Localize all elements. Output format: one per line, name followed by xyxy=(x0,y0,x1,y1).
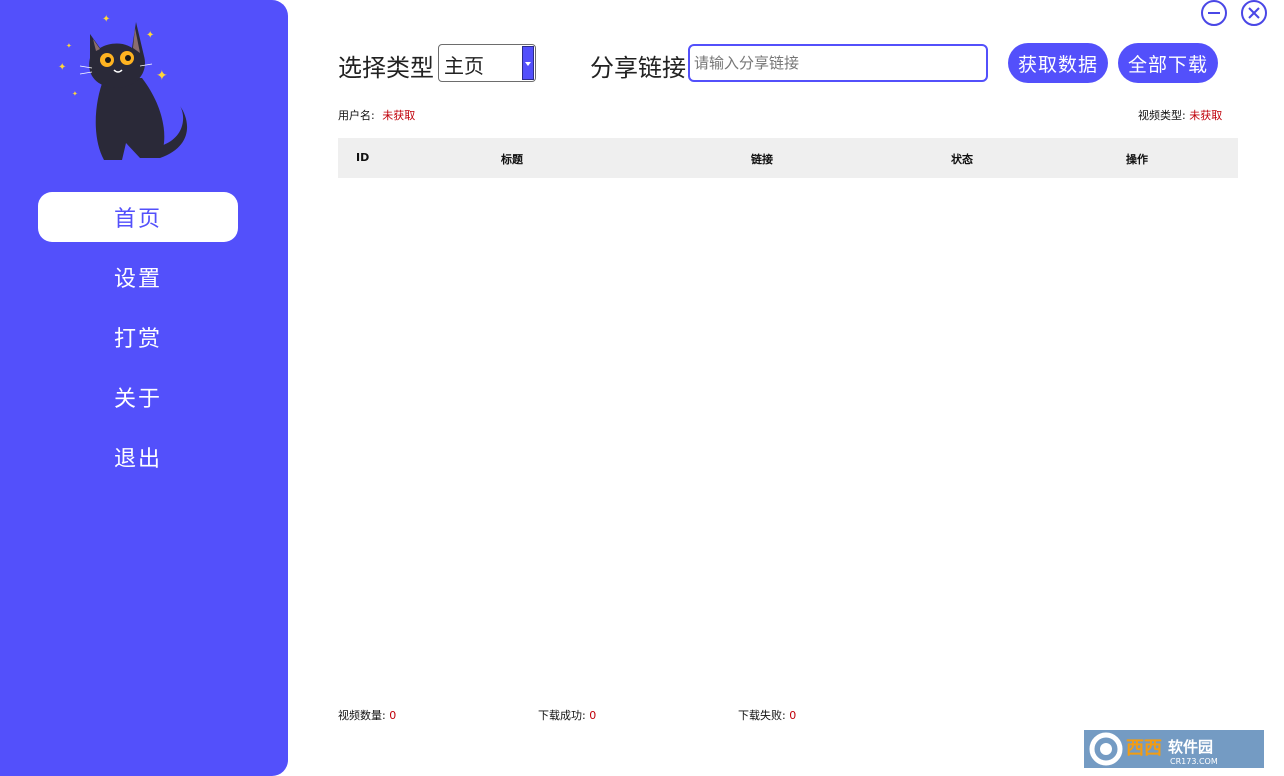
sidebar-item-label: 退出 xyxy=(113,447,162,472)
share-link-label: 分享链接 xyxy=(590,54,686,82)
sidebar: ✦ ✦ ✦ ✦ ✦ ✦ 首页 设置 打赏 关于 退出 xyxy=(0,0,288,776)
username-value: 未获取 xyxy=(382,109,416,122)
download-fail-value: 0 xyxy=(789,709,797,722)
svg-text:✦: ✦ xyxy=(66,42,72,50)
download-success-value: 0 xyxy=(589,709,597,722)
share-link-input[interactable] xyxy=(688,44,988,82)
column-header-id[interactable]: ID xyxy=(356,151,369,164)
download-success-stat: 下载成功: 0 xyxy=(538,707,596,723)
table-header: ID 标题 链接 状态 操作 xyxy=(338,138,1238,178)
video-type-info: 视频类型: 未获取 xyxy=(1138,107,1222,123)
minimize-icon[interactable] xyxy=(1200,0,1228,28)
fetch-data-button[interactable]: 获取数据 xyxy=(1008,43,1108,83)
svg-text:✦: ✦ xyxy=(102,14,110,25)
close-icon[interactable] xyxy=(1240,0,1268,28)
cr173-watermark: 西西 软件园 CR173.COM xyxy=(1084,730,1264,768)
column-header-status[interactable]: 状态 xyxy=(951,151,973,167)
svg-text:✦: ✦ xyxy=(72,90,78,98)
download-success-label: 下载成功: xyxy=(538,709,586,722)
video-type-label: 视频类型: xyxy=(1138,109,1186,122)
video-count-stat: 视频数量: 0 xyxy=(338,707,396,723)
type-select[interactable]: 主页 xyxy=(438,44,536,82)
sidebar-item-about[interactable]: 关于 xyxy=(38,372,238,422)
svg-text:西西: 西西 xyxy=(1126,738,1162,759)
sidebar-item-donate[interactable]: 打赏 xyxy=(38,312,238,362)
svg-text:✦: ✦ xyxy=(58,62,66,73)
table-body[interactable] xyxy=(338,178,1238,688)
column-header-link[interactable]: 链接 xyxy=(751,151,773,167)
username-info: 用户名: 未获取 xyxy=(338,107,415,123)
sidebar-item-label: 打赏 xyxy=(113,327,162,352)
sidebar-item-label: 首页 xyxy=(113,207,162,232)
sidebar-item-label: 关于 xyxy=(113,387,162,412)
download-all-button[interactable]: 全部下载 xyxy=(1118,43,1218,83)
svg-text:软件园: 软件园 xyxy=(1168,738,1213,756)
svg-text:CR173.COM: CR173.COM xyxy=(1170,757,1218,766)
svg-text:✦: ✦ xyxy=(156,68,168,84)
username-label: 用户名: xyxy=(338,109,375,122)
video-count-label: 视频数量: xyxy=(338,709,386,722)
video-count-value: 0 xyxy=(389,709,397,722)
chevron-down-icon[interactable] xyxy=(522,46,534,80)
download-fail-stat: 下载失败: 0 xyxy=(738,707,796,723)
sidebar-item-exit[interactable]: 退出 xyxy=(38,432,238,482)
column-header-title[interactable]: 标题 xyxy=(501,151,523,167)
column-header-action[interactable]: 操作 xyxy=(1126,151,1148,167)
sidebar-item-home[interactable]: 首页 xyxy=(38,192,238,242)
type-label: 选择类型 xyxy=(338,54,434,82)
svg-text:✦: ✦ xyxy=(146,30,154,41)
sidebar-item-label: 设置 xyxy=(113,267,162,292)
sidebar-item-settings[interactable]: 设置 xyxy=(38,252,238,302)
type-select-value: 主页 xyxy=(444,54,484,78)
black-cat-logo: ✦ ✦ ✦ ✦ ✦ ✦ xyxy=(58,14,188,160)
video-type-value: 未获取 xyxy=(1189,109,1223,122)
download-fail-label: 下载失败: xyxy=(738,709,786,722)
